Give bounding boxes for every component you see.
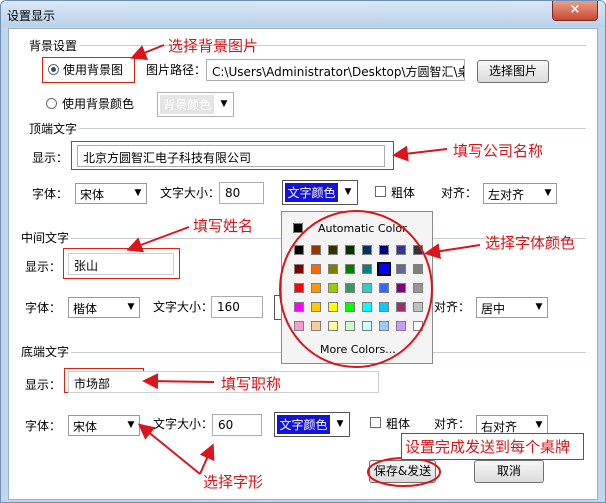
arrow-font-size	[199, 443, 215, 475]
arrow-name	[126, 226, 190, 253]
arrow-bg-image	[130, 44, 165, 60]
annotation-choose-font: 选择字形	[203, 473, 264, 491]
annotation-fill-company: 填写公司名称	[453, 142, 544, 160]
annotation-save-send-note: 设置完成发送到每个桌牌	[405, 438, 571, 456]
highlight-ellipse-color-popup	[279, 210, 433, 368]
arrow-font-select	[137, 423, 201, 475]
annotation-choose-bg-image: 选择背景图片	[168, 37, 259, 55]
arrow-font-color	[424, 243, 481, 260]
arrow-title	[142, 373, 215, 390]
annotation-fill-name: 填写姓名	[193, 217, 254, 235]
annotation-fill-title: 填写职称	[221, 375, 282, 393]
highlight-ellipse-save	[367, 457, 441, 487]
arrow-company	[392, 145, 448, 162]
annotation-choose-font-color: 选择字体颜色	[485, 234, 576, 252]
